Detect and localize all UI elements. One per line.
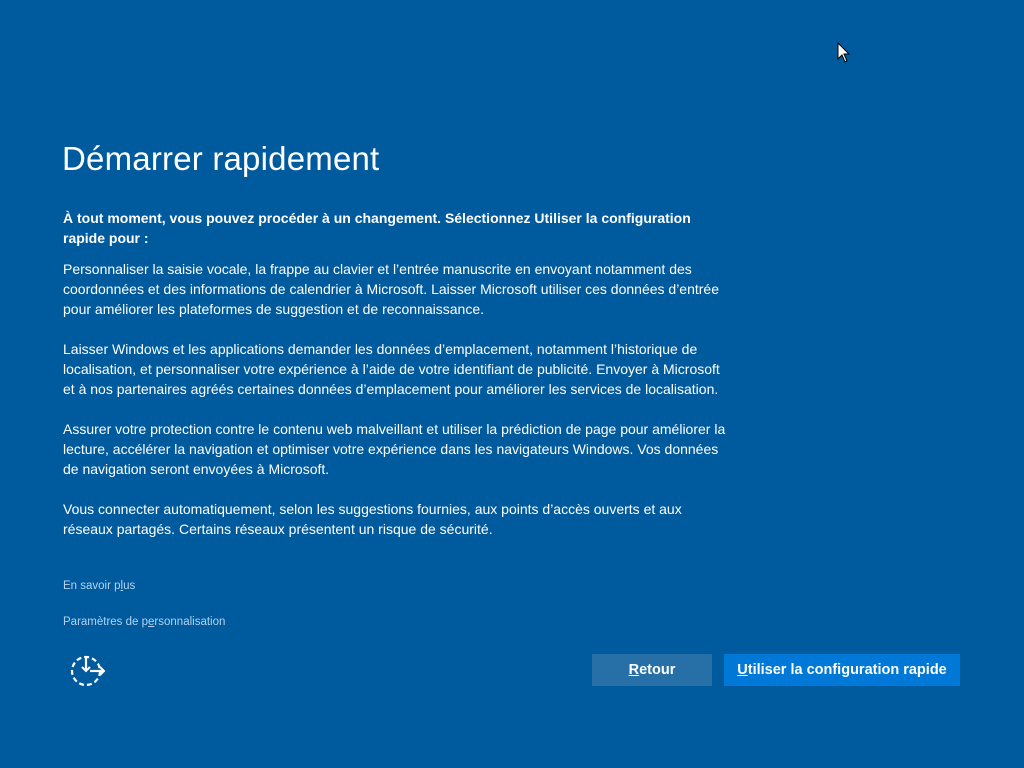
- settings-description[interactable]: Personnaliser la saisie vocale, la frapp…: [63, 259, 733, 555]
- link-text: En savoir p: [63, 580, 121, 592]
- link-text: rsonnalisation: [154, 616, 226, 628]
- mouse-pointer-icon: [837, 41, 851, 69]
- learn-more-link[interactable]: En savoir plus: [63, 580, 135, 592]
- back-button[interactable]: Retour: [592, 654, 712, 686]
- intro-text: À tout moment, vous pouvez procéder à un…: [63, 210, 691, 246]
- use-express-settings-button[interactable]: Utiliser la configuration rapide: [724, 654, 960, 686]
- paragraph-browser: Assurer votre protection contre le conte…: [63, 421, 726, 477]
- link-text: us: [123, 580, 136, 592]
- paragraph-wifi: Vous connecter automatiquement, selon le…: [63, 501, 682, 537]
- link-text: Paramètres de p: [63, 616, 149, 628]
- ease-of-access-icon[interactable]: [70, 654, 106, 688]
- page-title: Démarrer rapidement: [62, 140, 380, 177]
- paragraph-input: Personnaliser la saisie vocale, la frapp…: [63, 261, 719, 317]
- paragraph-location: Laisser Windows et les applications dema…: [63, 341, 720, 397]
- customize-settings-link[interactable]: Paramètres de personnalisation: [63, 616, 225, 628]
